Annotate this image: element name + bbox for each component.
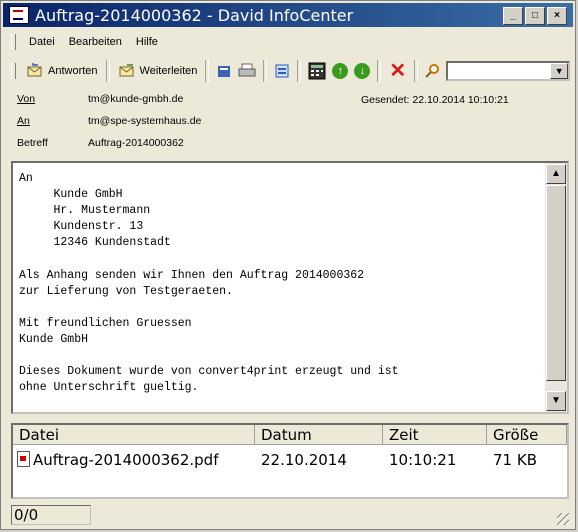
message-text: An Kunde GmbH Hr. Mustermann Kundenstr. … (19, 172, 399, 395)
reply-button[interactable]: Antworten (23, 60, 101, 82)
from-label: Von (17, 93, 36, 105)
message-body[interactable]: An Kunde GmbH Hr. Mustermann Kundenstr. … (11, 161, 569, 414)
menu-grip (11, 34, 16, 50)
menu-bar: Datei Bearbeiten Hilfe (3, 31, 573, 53)
reply-label: Antworten (48, 65, 98, 77)
sent-value: 22.10.2014 10:10:21 (412, 94, 509, 106)
archive-icon[interactable] (216, 63, 232, 79)
vertical-scrollbar[interactable]: ▲ ▼ (545, 163, 567, 412)
from-value[interactable]: tm@kunde-gmbh.de (88, 93, 183, 105)
next-message-icon[interactable]: ↓ (354, 63, 371, 79)
scroll-up-button[interactable]: ▲ (546, 164, 566, 184)
menu-bearbeiten[interactable]: Bearbeiten (62, 36, 129, 48)
subject-value: Auftrag-2014000362 (88, 137, 184, 149)
attachment-filename: Auftrag-2014000362.pdf (33, 451, 219, 469)
scroll-thumb[interactable] (546, 185, 566, 381)
previous-message-icon[interactable]: ↑ (332, 63, 349, 79)
toolbar-separator (377, 60, 382, 82)
to-label: An (17, 115, 30, 127)
resize-grip-icon[interactable] (557, 513, 569, 525)
title-bar[interactable]: Auftrag-2014000362 - David InfoCenter _ … (3, 3, 573, 27)
attachment-date: 22.10.2014 (261, 451, 347, 469)
status-counter: 0/0 (11, 505, 91, 525)
toolbar-separator (297, 60, 302, 82)
search-combobox[interactable]: ▼ (446, 61, 571, 81)
maximize-button[interactable]: □ (525, 7, 545, 25)
mail-window: Auftrag-2014000362 - David InfoCenter _ … (0, 0, 576, 530)
sent-label: Gesendet: (361, 94, 410, 106)
subject-label: Betreff (17, 137, 48, 149)
reply-icon (27, 63, 42, 77)
close-button[interactable]: × (547, 7, 567, 25)
column-header-datei[interactable]: Datei (13, 425, 255, 445)
status-bar: 0/0 (3, 503, 573, 527)
delete-icon[interactable]: ✕ (389, 61, 406, 81)
attachment-header: Datei Datum Zeit Größe (13, 425, 567, 447)
column-header-groesse[interactable]: Größe (487, 425, 567, 445)
toolbar: Antworten Weiterleiten ↑ ↓ ✕ ▼ (3, 56, 573, 86)
properties-icon[interactable] (274, 63, 290, 79)
attachment-time: 10:10:21 (389, 451, 457, 469)
print-icon[interactable] (238, 63, 256, 79)
message-header: Von tm@kunde-gmbh.de Gesendet: 22.10.201… (3, 89, 573, 157)
to-value[interactable]: tm@spe-systemhaus.de (88, 115, 201, 127)
toolbar-separator (263, 60, 268, 82)
app-icon (9, 6, 29, 24)
scroll-down-button[interactable]: ▼ (546, 391, 566, 411)
search-icon[interactable] (424, 63, 440, 79)
minimize-button[interactable]: _ (503, 7, 523, 25)
column-header-datum[interactable]: Datum (255, 425, 383, 445)
toolbar-separator (414, 60, 419, 82)
toolbar-separator (205, 60, 210, 82)
attachment-row[interactable]: Auftrag-2014000362.pdf 22.10.2014 10:10:… (13, 449, 567, 471)
forward-icon (119, 64, 134, 77)
toolbar-separator (105, 60, 110, 82)
forward-button[interactable]: Weiterleiten (115, 60, 201, 82)
pdf-file-icon (17, 451, 30, 467)
attachment-list: Datei Datum Zeit Größe Auftrag-201400036… (11, 423, 569, 499)
column-header-zeit[interactable]: Zeit (383, 425, 487, 445)
window-title: Auftrag-2014000362 - David InfoCenter (35, 5, 354, 25)
calculator-icon[interactable] (308, 62, 326, 80)
toolbar-grip (11, 63, 16, 79)
attachment-size: 71 KB (493, 451, 537, 469)
sent-info: Gesendet: 22.10.2014 10:10:21 (361, 94, 509, 106)
chevron-down-icon[interactable]: ▼ (550, 63, 569, 79)
forward-label: Weiterleiten (139, 65, 198, 77)
menu-datei[interactable]: Datei (22, 36, 62, 48)
menu-hilfe[interactable]: Hilfe (129, 36, 165, 48)
